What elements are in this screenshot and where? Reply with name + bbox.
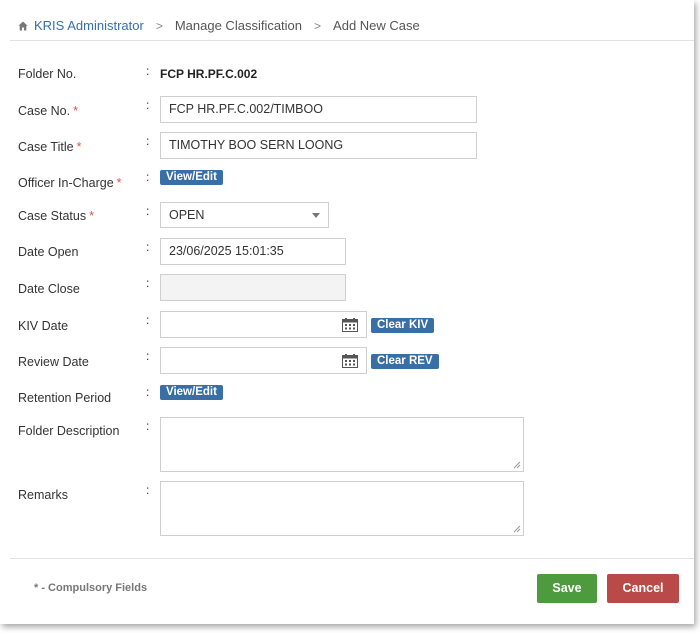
retention-view-edit-button[interactable]: View/Edit bbox=[160, 385, 223, 400]
date-close-input bbox=[160, 274, 346, 301]
kiv-date-label: KIV Date bbox=[18, 319, 69, 333]
date-close-label: Date Close bbox=[18, 282, 80, 296]
colon: : bbox=[146, 240, 150, 254]
breadcrumb-manage-classification[interactable]: Manage Classification bbox=[175, 18, 302, 33]
case-title-label: Case Title * bbox=[18, 140, 81, 154]
chevron-down-icon bbox=[312, 213, 320, 218]
colon: : bbox=[146, 98, 150, 112]
folder-description-textarea[interactable] bbox=[160, 417, 524, 472]
add-new-case-panel: KRIS Administrator > Manage Classificati… bbox=[0, 0, 694, 624]
kiv-date-input[interactable] bbox=[160, 311, 367, 338]
breadcrumb-kris-administrator[interactable]: KRIS Administrator bbox=[34, 18, 144, 33]
compulsory-fields-note: * - Compulsory Fields bbox=[34, 582, 148, 594]
colon: : bbox=[146, 134, 150, 148]
case-no-input[interactable]: FCP HR.PF.C.002/TIMBOO bbox=[160, 96, 477, 123]
colon: : bbox=[146, 313, 150, 327]
resize-grip-icon[interactable] bbox=[513, 461, 521, 469]
breadcrumb: KRIS Administrator > Manage Classificati… bbox=[18, 18, 420, 33]
required-mark: * bbox=[76, 140, 82, 154]
case-status-selected: OPEN bbox=[169, 208, 205, 222]
footer-divider bbox=[10, 558, 694, 559]
officer-view-edit-button[interactable]: View/Edit bbox=[160, 170, 223, 185]
required-mark: * bbox=[73, 104, 78, 118]
calendar-icon[interactable] bbox=[342, 318, 358, 332]
cancel-button[interactable]: Cancel bbox=[607, 574, 679, 603]
date-open-input[interactable]: 23/06/2025 15:01:35 bbox=[160, 238, 346, 265]
colon: : bbox=[146, 385, 150, 399]
date-open-label: Date Open bbox=[18, 245, 79, 259]
clear-kiv-button[interactable]: Clear KIV bbox=[371, 318, 435, 333]
officer-in-charge-label-text: Officer In-Charge bbox=[18, 176, 114, 190]
breadcrumb-divider bbox=[10, 40, 694, 41]
colon: : bbox=[146, 170, 150, 184]
colon: : bbox=[146, 349, 150, 363]
case-title-input[interactable]: TIMOTHY BOO SERN LOONG bbox=[160, 132, 477, 159]
case-status-select[interactable]: OPEN bbox=[160, 202, 329, 228]
required-mark: * bbox=[116, 176, 122, 190]
resize-grip-icon[interactable] bbox=[513, 525, 521, 533]
folder-description-label: Folder Description bbox=[18, 424, 120, 438]
case-status-label: Case Status * bbox=[18, 209, 94, 223]
save-button[interactable]: Save bbox=[537, 574, 597, 603]
folder-no-label: Folder No. bbox=[18, 67, 77, 81]
remarks-label: Remarks bbox=[18, 488, 69, 502]
calendar-icon[interactable] bbox=[342, 354, 358, 368]
review-date-input[interactable] bbox=[160, 347, 367, 374]
colon: : bbox=[146, 276, 150, 290]
colon: : bbox=[146, 483, 150, 497]
required-mark: * bbox=[89, 209, 94, 223]
remarks-textarea[interactable] bbox=[160, 481, 524, 536]
colon: : bbox=[146, 64, 150, 78]
chevron-right-icon: > bbox=[314, 18, 322, 33]
colon: : bbox=[146, 204, 150, 218]
breadcrumb-add-new-case: Add New Case bbox=[333, 18, 420, 33]
folder-no-value: FCP HR.PF.C.002 bbox=[160, 67, 258, 81]
case-no-label-text: Case No. bbox=[18, 104, 71, 118]
case-title-label-text: Case Title bbox=[18, 140, 74, 154]
colon: : bbox=[146, 419, 150, 433]
home-icon bbox=[18, 21, 28, 30]
case-no-label: Case No. * bbox=[18, 104, 78, 118]
case-status-label-text: Case Status bbox=[18, 209, 87, 223]
retention-period-label: Retention Period bbox=[18, 391, 112, 405]
clear-rev-button[interactable]: Clear REV bbox=[371, 354, 439, 369]
officer-in-charge-label: Officer In-Charge * bbox=[18, 176, 122, 190]
chevron-right-icon: > bbox=[155, 18, 163, 33]
review-date-label: Review Date bbox=[18, 355, 89, 369]
